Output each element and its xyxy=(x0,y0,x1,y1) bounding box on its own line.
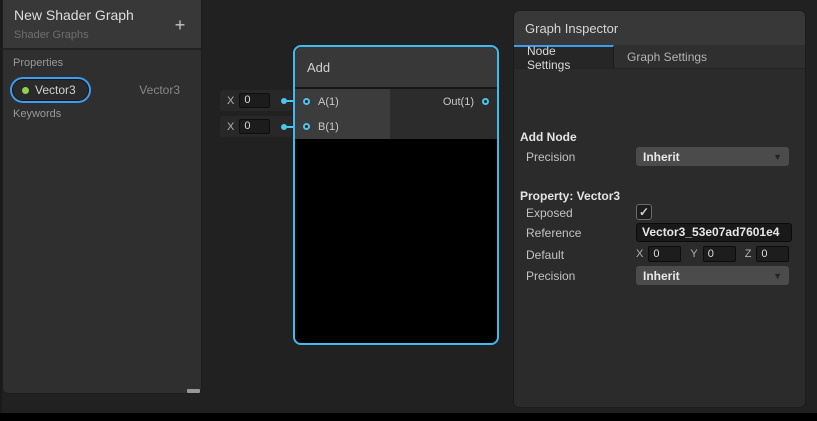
input-a-default-field: X 0 xyxy=(220,90,292,111)
port-row-a: A(1) xyxy=(295,89,390,114)
graph-title: New Shader Graph xyxy=(14,7,134,23)
input-a-value-field[interactable]: 0 xyxy=(239,93,270,108)
tab-graph-settings[interactable]: Graph Settings xyxy=(614,45,720,68)
default-x-group: X 0 xyxy=(636,246,681,262)
input-port-a-icon[interactable] xyxy=(303,98,310,105)
default-label: Default xyxy=(526,248,564,262)
output-port-out-icon[interactable] xyxy=(482,98,489,105)
default-x-axis-label: X xyxy=(636,248,643,260)
property-section-heading: Property: Vector3 xyxy=(520,189,620,203)
inspector-tab-strip: Node Settings Graph Settings xyxy=(514,45,805,69)
property-precision-dropdown[interactable]: Inherit ▼ xyxy=(636,266,789,285)
keywords-section-label[interactable]: Keywords xyxy=(13,108,61,120)
exposed-checkbox[interactable]: ✓ xyxy=(636,204,652,220)
default-y-axis-label: Y xyxy=(690,248,697,260)
property-precision-label: Precision xyxy=(526,269,575,283)
tab-node-settings[interactable]: Node Settings xyxy=(514,45,614,68)
input-a-axis-label: X xyxy=(227,95,234,107)
blackboard-panel: New Shader Graph Shader Graphs + Propert… xyxy=(2,0,202,394)
input-port-a-label: A(1) xyxy=(318,96,339,108)
output-port-container: Out(1) xyxy=(390,89,497,139)
input-b-value-field[interactable]: 0 xyxy=(239,119,270,134)
port-row-out: Out(1) xyxy=(390,89,497,114)
graph-inspector-panel: Graph Inspector Node Settings Graph Sett… xyxy=(513,10,806,408)
properties-section-label[interactable]: Properties xyxy=(13,57,63,69)
default-z-input[interactable]: 0 xyxy=(756,246,789,262)
input-port-b-label: B(1) xyxy=(318,121,339,133)
input-port-b-icon[interactable] xyxy=(303,123,310,130)
blackboard-header[interactable]: New Shader Graph Shader Graphs + xyxy=(3,0,201,50)
exposed-label: Exposed xyxy=(526,206,573,220)
property-pill-label: Vector3 xyxy=(35,83,76,97)
blackboard-resize-handle[interactable] xyxy=(187,389,200,393)
node-precision-dropdown[interactable]: Inherit ▼ xyxy=(636,147,789,166)
default-z-axis-label: Z xyxy=(745,248,752,260)
dropdown-arrow-icon: ▼ xyxy=(773,152,782,162)
add-node[interactable]: Add A(1) B(1) Out(1) xyxy=(293,45,499,345)
default-y-group: Y 0 xyxy=(690,246,735,262)
graph-inspector-title: Graph Inspector xyxy=(525,21,618,36)
add-node-port-area: A(1) B(1) Out(1) xyxy=(295,89,497,139)
input-b-default-field: X 0 xyxy=(220,116,292,137)
property-type-dot-icon xyxy=(22,87,29,94)
add-node-header[interactable]: Add xyxy=(295,47,497,89)
add-node-section-heading: Add Node xyxy=(520,130,577,144)
window-bottom-bar xyxy=(0,413,817,421)
property-precision-value: Inherit xyxy=(643,269,680,283)
default-x-input[interactable]: 0 xyxy=(648,246,681,262)
graph-subtitle: Shader Graphs xyxy=(14,29,89,41)
output-port-label: Out(1) xyxy=(443,96,474,108)
reference-label: Reference xyxy=(526,226,581,240)
add-property-button[interactable]: + xyxy=(170,14,190,36)
dropdown-arrow-icon: ▼ xyxy=(773,271,782,281)
node-precision-value: Inherit xyxy=(643,150,680,164)
graph-inspector-header[interactable]: Graph Inspector xyxy=(514,11,805,45)
input-port-container: A(1) B(1) xyxy=(295,89,390,139)
default-z-group: Z 0 xyxy=(745,246,790,262)
add-node-title: Add xyxy=(307,60,330,75)
port-row-b: B(1) xyxy=(295,114,390,139)
default-vector-row: X 0 Y 0 Z 0 xyxy=(636,246,789,262)
default-y-input[interactable]: 0 xyxy=(703,246,736,262)
property-pill-vector3[interactable]: Vector3 xyxy=(12,79,89,101)
input-b-axis-label: X xyxy=(227,121,234,133)
reference-input[interactable]: Vector3_53e07ad7601e4 xyxy=(636,223,792,242)
node-precision-label: Precision xyxy=(526,150,575,164)
checkmark-icon: ✓ xyxy=(639,205,649,219)
property-type-label: Vector3 xyxy=(139,83,180,97)
